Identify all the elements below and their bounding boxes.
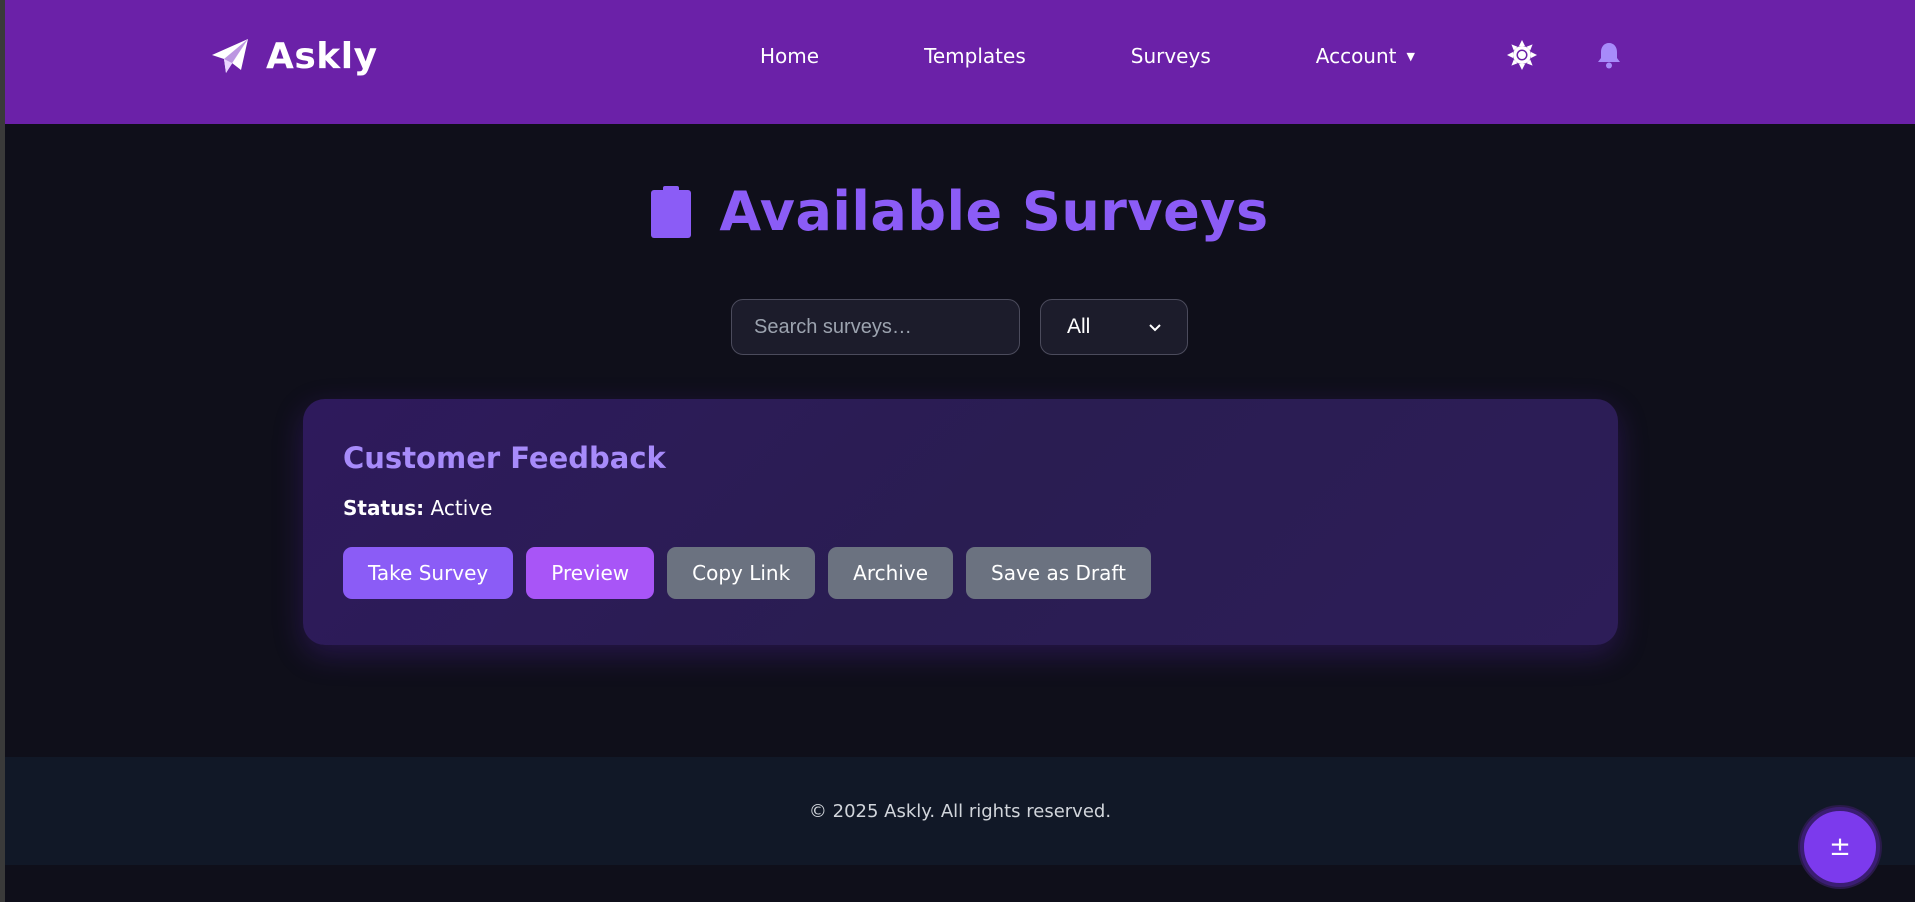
top-navbar: Askly Home Templates Surveys Account ▼ (5, 0, 1915, 124)
brand-name: Askly (266, 36, 378, 77)
nav-account-dropdown[interactable]: Account ▼ (1316, 44, 1415, 68)
archive-button[interactable]: Archive (828, 547, 954, 599)
chevron-down-icon (1149, 319, 1161, 335)
app-page: Askly Home Templates Surveys Account ▼ A… (0, 0, 1915, 902)
search-input[interactable] (731, 299, 1020, 355)
nav-account-label: Account (1315, 44, 1397, 68)
paper-plane-icon (212, 38, 248, 73)
brand-link[interactable]: Askly (210, 36, 378, 77)
plus-minus-icon: ± (1829, 832, 1851, 862)
survey-filters: All (731, 299, 1188, 355)
save-as-draft-button[interactable]: Save as Draft (966, 547, 1151, 599)
nav-templates[interactable]: Templates (924, 44, 1026, 68)
main-nav: Home Templates Surveys Account ▼ (760, 44, 1415, 68)
survey-status: Status: Active (343, 496, 492, 520)
sun-icon (1507, 40, 1537, 70)
page-footer: © 2025 Askly. All rights reserved. (5, 757, 1915, 865)
page-title: Available Surveys (719, 180, 1269, 243)
copy-link-button[interactable]: Copy Link (667, 547, 816, 599)
survey-title: Customer Feedback (343, 441, 666, 475)
caret-down-icon: ▼ (1406, 49, 1415, 63)
nav-surveys[interactable]: Surveys (1131, 44, 1211, 68)
status-label: Status: (343, 496, 425, 520)
survey-card: Customer Feedback Status: Active Take Su… (303, 399, 1618, 645)
theme-toggle-button[interactable] (1505, 38, 1539, 72)
status-filter-value: All (1067, 315, 1091, 338)
page-header: Available Surveys (0, 180, 1915, 243)
status-value: Active (430, 496, 493, 520)
clipboard-icon (651, 185, 692, 238)
preview-button[interactable]: Preview (526, 547, 655, 599)
status-filter-select[interactable]: All (1040, 299, 1188, 355)
survey-actions: Take Survey Preview Copy Link Archive Sa… (343, 547, 1164, 599)
nav-home[interactable]: Home (760, 44, 819, 68)
take-survey-button[interactable]: Take Survey (343, 547, 514, 599)
floating-action-button[interactable]: ± (1800, 807, 1880, 887)
notifications-button[interactable] (1592, 38, 1626, 72)
bell-icon (1598, 43, 1620, 69)
copyright-text: © 2025 Askly. All rights reserved. (808, 800, 1112, 822)
